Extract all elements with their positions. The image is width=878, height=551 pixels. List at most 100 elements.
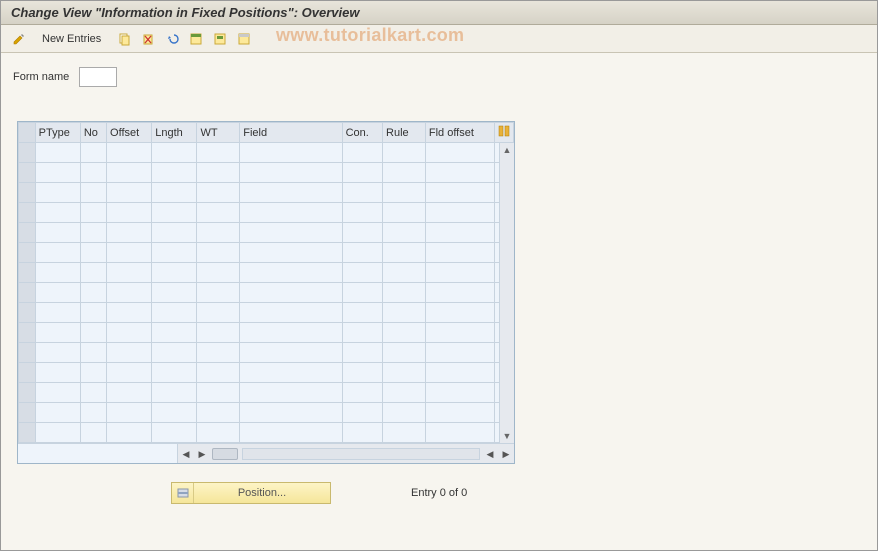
grid-cell[interactable] (383, 323, 426, 343)
grid-cell[interactable] (342, 263, 382, 283)
grid-cell[interactable] (240, 183, 342, 203)
grid-cell[interactable] (80, 283, 106, 303)
grid-cell[interactable] (80, 383, 106, 403)
grid-cell[interactable] (107, 283, 152, 303)
grid-cell[interactable] (240, 143, 342, 163)
row-selector[interactable] (19, 183, 36, 203)
col-wt[interactable]: WT (197, 123, 240, 143)
scroll-thumb[interactable] (212, 448, 238, 460)
grid-cell[interactable] (425, 283, 494, 303)
scroll-last-icon[interactable]: ▶ (499, 447, 513, 461)
pencil-icon[interactable] (9, 29, 29, 49)
grid-cell[interactable] (80, 363, 106, 383)
grid-cell[interactable] (80, 203, 106, 223)
grid-cell[interactable] (240, 343, 342, 363)
scroll-up-icon[interactable]: ▲ (500, 143, 514, 157)
grid-cell[interactable] (152, 203, 197, 223)
select-all-icon[interactable] (186, 29, 206, 49)
scroll-track[interactable] (242, 448, 480, 460)
select-block-icon[interactable] (210, 29, 230, 49)
grid-cell[interactable] (383, 283, 426, 303)
grid-cell[interactable] (107, 343, 152, 363)
col-lngth[interactable]: Lngth (152, 123, 197, 143)
grid-cell[interactable] (35, 163, 80, 183)
grid-cell[interactable] (35, 343, 80, 363)
grid-cell[interactable] (240, 383, 342, 403)
deselect-icon[interactable] (234, 29, 254, 49)
grid-cell[interactable] (152, 343, 197, 363)
grid-cell[interactable] (342, 203, 382, 223)
col-offset[interactable]: Offset (107, 123, 152, 143)
grid-cell[interactable] (425, 423, 494, 443)
grid-cell[interactable] (425, 203, 494, 223)
row-selector[interactable] (19, 423, 36, 443)
grid-cell[interactable] (197, 143, 240, 163)
new-entries-button[interactable]: New Entries (33, 30, 110, 48)
row-selector[interactable] (19, 263, 36, 283)
scroll-left-icon[interactable]: ▶ (195, 447, 209, 461)
grid-cell[interactable] (35, 283, 80, 303)
grid-cell[interactable] (425, 343, 494, 363)
grid-cell[interactable] (80, 163, 106, 183)
col-no[interactable]: No (80, 123, 106, 143)
grid-cell[interactable] (35, 363, 80, 383)
grid-cell[interactable] (107, 303, 152, 323)
grid-cell[interactable] (383, 263, 426, 283)
scroll-first-icon[interactable]: ◀ (179, 447, 193, 461)
grid-cell[interactable] (107, 363, 152, 383)
grid-cell[interactable] (152, 383, 197, 403)
grid-cell[interactable] (152, 403, 197, 423)
row-selector[interactable] (19, 343, 36, 363)
grid-cell[interactable] (152, 303, 197, 323)
grid-cell[interactable] (425, 403, 494, 423)
configure-columns-icon[interactable] (494, 123, 513, 143)
row-selector[interactable] (19, 363, 36, 383)
row-selector[interactable] (19, 163, 36, 183)
grid-cell[interactable] (240, 363, 342, 383)
grid-cell[interactable] (35, 403, 80, 423)
grid-cell[interactable] (80, 263, 106, 283)
scroll-right-icon[interactable]: ◀ (483, 447, 497, 461)
grid-cell[interactable] (383, 203, 426, 223)
grid-cell[interactable] (383, 183, 426, 203)
grid-cell[interactable] (197, 323, 240, 343)
grid-cell[interactable] (425, 303, 494, 323)
grid-cell[interactable] (152, 423, 197, 443)
grid-cell[interactable] (383, 143, 426, 163)
grid-cell[interactable] (240, 243, 342, 263)
grid-cell[interactable] (152, 143, 197, 163)
grid-cell[interactable] (342, 283, 382, 303)
grid-cell[interactable] (80, 403, 106, 423)
undo-icon[interactable] (162, 29, 182, 49)
grid-cell[interactable] (35, 203, 80, 223)
row-selector[interactable] (19, 203, 36, 223)
grid-cell[interactable] (342, 223, 382, 243)
grid-cell[interactable] (240, 303, 342, 323)
grid-cell[interactable] (342, 163, 382, 183)
row-selector[interactable] (19, 283, 36, 303)
col-field[interactable]: Field (240, 123, 342, 143)
grid-cell[interactable] (107, 423, 152, 443)
grid-cell[interactable] (152, 263, 197, 283)
grid-cell[interactable] (107, 223, 152, 243)
grid-cell[interactable] (383, 343, 426, 363)
grid-cell[interactable] (240, 283, 342, 303)
grid-cell[interactable] (240, 423, 342, 443)
grid-cell[interactable] (342, 323, 382, 343)
grid-cell[interactable] (35, 383, 80, 403)
grid-cell[interactable] (80, 183, 106, 203)
grid-cell[interactable] (35, 263, 80, 283)
scroll-down-icon[interactable]: ▼ (500, 429, 514, 443)
grid-cell[interactable] (240, 263, 342, 283)
grid-cell[interactable] (152, 163, 197, 183)
grid-cell[interactable] (35, 423, 80, 443)
grid-cell[interactable] (342, 343, 382, 363)
grid-cell[interactable] (240, 163, 342, 183)
row-selector[interactable] (19, 323, 36, 343)
grid-cell[interactable] (383, 163, 426, 183)
grid-cell[interactable] (383, 223, 426, 243)
grid-cell[interactable] (383, 243, 426, 263)
grid-cell[interactable] (80, 303, 106, 323)
grid-cell[interactable] (152, 183, 197, 203)
grid-cell[interactable] (425, 363, 494, 383)
